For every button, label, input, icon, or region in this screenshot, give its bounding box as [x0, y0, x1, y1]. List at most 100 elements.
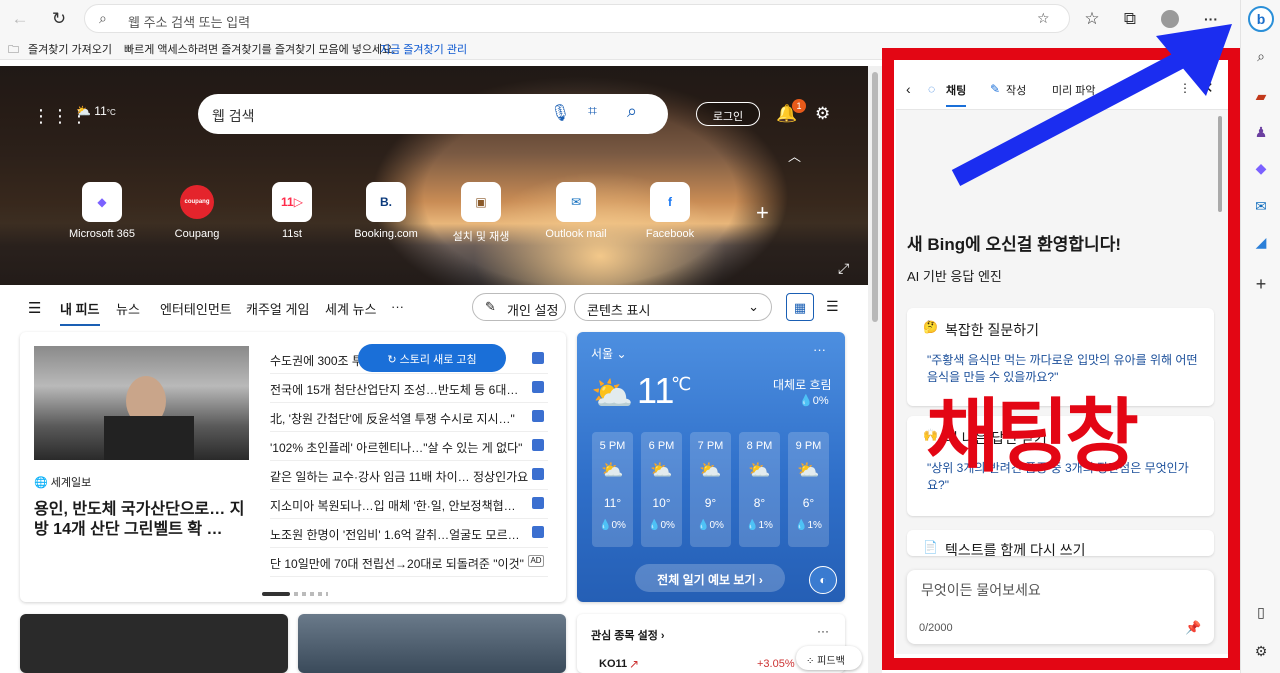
tab-entertainment[interactable]: 엔터테인먼트	[160, 299, 232, 318]
news-item-title: 전국에 15개 첨단산업단지 조성…반도체 등 6대…	[270, 383, 519, 397]
search-icon[interactable]: ⌕	[1251, 46, 1271, 66]
source-logo-icon	[532, 497, 544, 509]
hide-sidebar-icon[interactable]: ▯	[1251, 602, 1271, 622]
weather-city[interactable]: 서울 ⌄	[591, 345, 627, 362]
manage-favorites-link[interactable]: 지금 즐겨찾기 관리	[380, 41, 467, 57]
address-bar[interactable]: ⌕ 웹 주소 검색 또는 입력 ☆	[84, 4, 1070, 33]
weather-widget[interactable]: ⛅ 11°C	[76, 104, 116, 118]
shopping-icon[interactable]: ▰	[1251, 86, 1271, 106]
hour-temp: 9°	[704, 496, 717, 510]
import-favorites-link[interactable]: 즐겨찾기 가져오기	[28, 41, 112, 57]
drop-icon[interactable]: ◢	[1251, 232, 1271, 252]
tab-casual-games[interactable]: 캐주얼 게임	[246, 299, 309, 318]
hour-temp: 8°	[753, 496, 766, 510]
quick-link-label: Microsoft 365	[68, 228, 136, 240]
collapse-chevron-icon[interactable]: ︿	[788, 146, 801, 165]
tab-my-feed[interactable]: 내 피드	[60, 299, 100, 326]
stock-ticker[interactable]: KO11	[599, 658, 627, 670]
news-list-item[interactable]: 노조원 한명이 '전임비' 1.6억 갈취…얼굴도 모르…	[270, 520, 548, 548]
cloud-sun-icon: ⛅	[748, 460, 771, 480]
news-list-item[interactable]: 같은 일하는 교수·강사 임금 11배 차이… 정상인가요	[270, 462, 548, 490]
news-photo[interactable]	[34, 346, 249, 460]
news-list-item[interactable]: 전국에 15개 첨단산업단지 조성…반도체 등 6대…	[270, 375, 548, 403]
hour-temp: 11°	[603, 496, 622, 510]
quick-link-1[interactable]: coupang Coupang	[157, 182, 237, 240]
news-list-item[interactable]: '102% 초인플레' 아르헨티나…"살 수 있는 게 없다"	[270, 433, 548, 461]
login-button[interactable]: 로그인	[696, 102, 760, 126]
full-forecast-button[interactable]: 전체 일기 예보 보기 ›	[635, 564, 785, 592]
add-quick-link-icon[interactable]: +	[756, 200, 769, 226]
quick-link-5[interactable]: ✉ Outlook mail	[536, 182, 616, 240]
grid-view-icon[interactable]: ▦	[786, 293, 814, 321]
annotation-arrow-icon	[951, 24, 1232, 186]
stocks-more-icon[interactable]: ···	[817, 624, 829, 638]
weather-more-icon[interactable]: ···	[813, 342, 826, 357]
weather-temp: 11	[637, 370, 675, 411]
web-search-box[interactable]: 웹 검색 🎙 ⌗ ⌕	[198, 94, 668, 134]
search-icon: ⌕	[99, 10, 107, 26]
source-logo-icon	[532, 526, 544, 538]
quick-link-tile-icon: B.	[366, 182, 406, 222]
search-icon[interactable]: ⌕	[627, 101, 637, 122]
page-scrollbar[interactable]	[868, 66, 882, 673]
news-headline[interactable]: 용인, 반도체 국가산단으로… 지방 14개 산단 그린벨트 확 …	[34, 500, 254, 540]
settings-gear-icon[interactable]: ⚙	[815, 104, 830, 124]
quick-link-4[interactable]: ▣ 설치 및 재생	[441, 182, 521, 244]
quick-link-6[interactable]: f Facebook	[630, 182, 710, 240]
hour-precip: 💧0%	[648, 520, 675, 531]
edge-sidebar: b ⌕ ▰ ♟ ◆ ✉ ◢ + ▯ ⚙	[1240, 0, 1280, 673]
quick-link-tile-icon: f	[650, 182, 690, 222]
bing-chat-icon[interactable]: b	[1248, 6, 1274, 32]
news-list-item[interactable]: 北, '창원 간첩단'에 反윤석열 투쟁 수시로 지시…"	[270, 404, 548, 432]
list-view-icon[interactable]: ☰	[826, 298, 839, 315]
games-icon[interactable]: ♟	[1251, 122, 1271, 142]
chevron-down-icon: ⌄	[748, 299, 759, 314]
expand-icon[interactable]: ⤢	[838, 260, 849, 277]
hourly-cell[interactable]: 7 PM ⛅ 9° 💧0%	[690, 432, 731, 547]
hourly-cell[interactable]: 6 PM ⛅ 10° 💧0%	[641, 432, 682, 547]
weather-map-icon[interactable]: ◐	[809, 566, 837, 594]
carousel-dots[interactable]	[294, 592, 328, 596]
ad-badge: AD	[528, 555, 544, 567]
news-list-item[interactable]: 단 10일만에 70대 전립선→20대로 되돌려준 "이것" AD	[270, 549, 548, 577]
refresh-stories-button[interactable]: ↻ 스토리 새로 고침	[358, 344, 506, 372]
hour-label: 6 PM	[648, 440, 675, 452]
back-arrow-icon[interactable]: ←	[8, 7, 32, 31]
stocks-title-label: 관심 종목 설정	[591, 630, 658, 642]
feedback-label: 피드백	[817, 656, 845, 667]
refresh-icon[interactable]: ↻	[47, 7, 71, 31]
weather-card[interactable]: 서울 ⌄ ··· ⛅ 11 ℃ 대체로 흐림 💧0% 5 PM ⛅ 11° 💧0% 6 …	[577, 332, 845, 602]
quick-link-3[interactable]: B. Booking.com	[346, 182, 426, 240]
cloud-sun-icon: ⛅	[797, 460, 820, 480]
quick-link-0[interactable]: ◆ Microsoft 365	[62, 182, 142, 240]
news-card-bottom-2[interactable]	[298, 614, 566, 673]
news-item-title: 단 10일만에 70대 전립선→20대로 되돌려준 "이것"	[270, 557, 524, 571]
menu-hamburger-icon[interactable]: ☰	[28, 299, 41, 317]
hour-precip-value: 1%	[807, 520, 822, 531]
tab-world-news[interactable]: 세계 뉴스	[325, 299, 376, 318]
microphone-icon[interactable]: 🎙	[550, 103, 570, 123]
outlook-icon[interactable]: ✉	[1251, 196, 1271, 216]
personalize-button[interactable]: ✎ 개인 설정	[472, 293, 566, 321]
hourly-cell[interactable]: 9 PM ⛅ 6° 💧1%	[788, 432, 829, 547]
hourly-cell[interactable]: 5 PM ⛅ 11° 💧0%	[592, 432, 633, 547]
settings-gear-icon[interactable]: ⚙	[1251, 641, 1271, 661]
cloud-sun-icon: ⛅	[591, 375, 634, 413]
content-display-select[interactable]: 콘텐츠 표시 ⌄	[574, 293, 772, 321]
microsoft365-icon[interactable]: ◆	[1251, 158, 1271, 178]
quick-link-2[interactable]: 11▷ 11st	[252, 182, 332, 240]
stocks-title[interactable]: 관심 종목 설정 ›	[591, 627, 665, 643]
add-icon[interactable]: +	[1251, 274, 1271, 294]
news-list-item[interactable]: 지소미아 복원되나…입 매체 '한·일, 안보정책협…	[270, 491, 548, 519]
scrollbar-thumb[interactable]	[872, 72, 878, 322]
visual-search-icon[interactable]: ⌗	[588, 103, 597, 121]
hourly-cell[interactable]: 8 PM ⛅ 8° 💧1%	[739, 432, 780, 547]
carousel-dot-active[interactable]	[262, 592, 290, 596]
hour-label: 5 PM	[599, 440, 626, 452]
feedback-button[interactable]: ⁘ 피드백	[796, 646, 862, 670]
tab-news[interactable]: 뉴스	[116, 299, 140, 318]
news-card-bottom-1[interactable]	[20, 614, 288, 673]
hour-label: 7 PM	[697, 440, 724, 452]
tab-more[interactable]: ···	[391, 299, 404, 314]
quick-link-label: Outlook mail	[545, 228, 607, 240]
